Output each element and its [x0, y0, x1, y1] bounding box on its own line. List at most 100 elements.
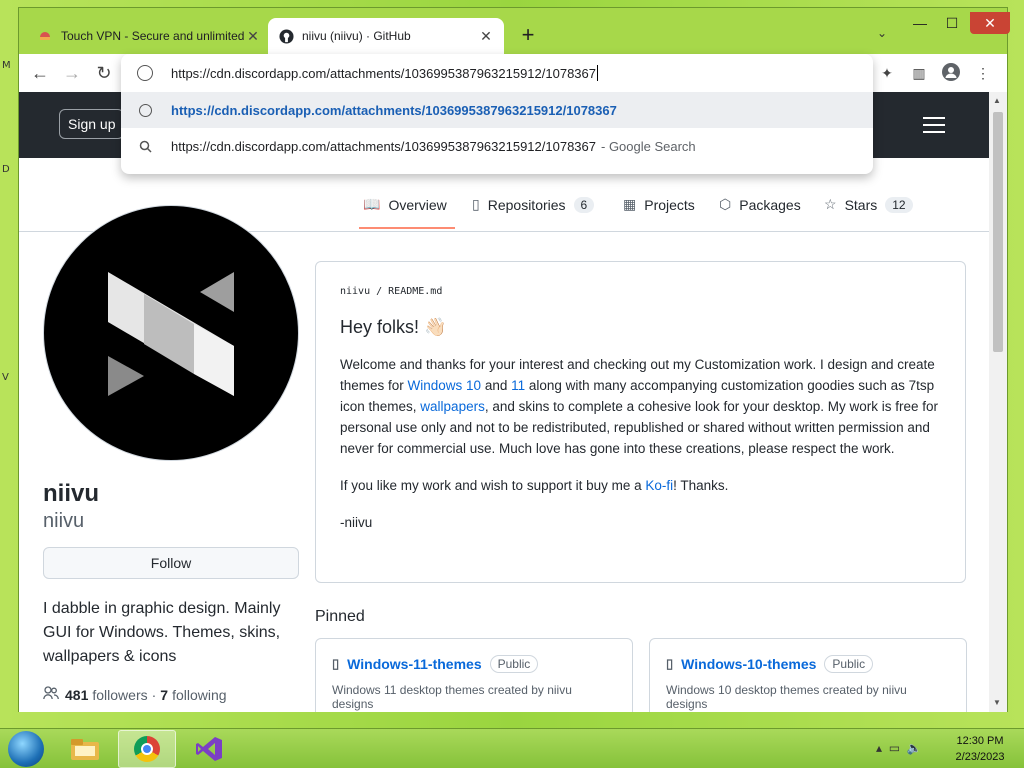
address-bar[interactable]: https://cdn.discordapp.com/attachments/1… — [121, 54, 873, 92]
globe-icon — [137, 102, 153, 118]
avatar[interactable] — [43, 205, 299, 461]
tab-search-icon[interactable]: ⌄ — [877, 26, 887, 40]
browser-window: Touch VPN - Secure and unlimited ✕ niivu… — [18, 7, 1010, 712]
tab-repositories[interactable]: ▯ Repositories 6 — [472, 196, 595, 213]
maximize-button[interactable]: ☐ — [939, 12, 965, 34]
visual-studio-taskbar-icon[interactable] — [180, 730, 238, 768]
window-close-button[interactable]: ✕ — [970, 12, 1010, 34]
profile-login: niivu — [43, 510, 85, 532]
tab-label: Packages — [739, 196, 801, 213]
tab-projects[interactable]: ▦ Projects — [623, 196, 695, 213]
text-cursor — [597, 65, 598, 81]
star-icon: ☆ — [824, 196, 837, 212]
sign-up-button[interactable]: Sign up — [59, 109, 125, 139]
touchvpn-icon — [37, 28, 53, 44]
stars-count-badge: 12 — [885, 196, 913, 213]
github-profile-page: Sign up 📖 Overview ▯ Repositories 6 ▦ Pr… — [19, 92, 989, 712]
profile-name: niivu — [43, 480, 100, 507]
tab-overview[interactable]: 📖 Overview — [359, 196, 455, 229]
pinned-repo-description: Windows 11 desktop themes created by nii… — [332, 683, 572, 711]
forward-icon[interactable]: → — [61, 62, 83, 84]
suggestion-text: https://cdn.discordapp.com/attachments/1… — [171, 102, 617, 118]
tab-label: Overview — [388, 196, 447, 213]
clock-date: 2/23/2023 — [955, 751, 1005, 763]
hamburger-menu-icon[interactable] — [923, 117, 945, 138]
pinned-repo-card: ▯ Windows-11-themes Public Windows 11 de… — [315, 638, 633, 712]
clock-time: 12:30 PM — [956, 735, 1004, 747]
desktop-icon-label[interactable]: M — [2, 60, 11, 71]
people-icon — [43, 686, 59, 703]
follow-button[interactable]: Follow — [43, 547, 299, 579]
following-label[interactable]: following — [172, 687, 226, 703]
suggestion-suffix: - Google Search — [601, 138, 696, 154]
tab-title: niivu (niivu) · GitHub — [302, 29, 411, 43]
following-count[interactable]: 7 — [160, 687, 168, 703]
tab-github[interactable]: niivu (niivu) · GitHub ✕ — [268, 18, 504, 54]
omnibox-suggestion-search[interactable]: https://cdn.discordapp.com/attachments/1… — [121, 128, 873, 164]
tab-label: Repositories — [487, 196, 566, 213]
reload-icon[interactable]: ↻ — [93, 62, 115, 84]
tab-stars[interactable]: ☆ Stars 12 — [824, 196, 913, 213]
windows-11-link[interactable]: 11 — [511, 378, 525, 393]
minimize-button[interactable]: — — [907, 12, 933, 34]
clock[interactable]: 12:30 PM 2/23/2023 — [950, 733, 1010, 765]
start-button[interactable] — [8, 731, 44, 767]
back-icon[interactable]: ← — [29, 62, 51, 84]
visibility-badge: Public — [489, 655, 539, 673]
extensions-icon[interactable]: ✦ — [877, 63, 897, 83]
repo-icon: ▯ — [332, 656, 340, 671]
scroll-up-icon[interactable]: ▲ — [993, 96, 1001, 105]
tab-title: Touch VPN - Secure and unlimited — [61, 29, 245, 43]
repo-icon: ▯ — [666, 656, 674, 671]
kofi-link[interactable]: Ko-fi — [645, 478, 673, 493]
pinned-repo-description: Windows 10 desktop themes created by nii… — [666, 683, 907, 711]
windows-10-link[interactable]: Windows 10 — [408, 378, 482, 393]
new-tab-button[interactable]: + — [516, 24, 540, 46]
page-scrollbar[interactable]: ▲ ▼ — [989, 92, 1007, 712]
book-icon: 📖 — [363, 196, 381, 212]
address-input-text[interactable]: https://cdn.discordapp.com/attachments/1… — [171, 66, 596, 81]
github-icon — [278, 28, 294, 44]
pinned-repo-link[interactable]: Windows-11-themes — [347, 656, 481, 672]
suggestion-text: https://cdn.discordapp.com/attachments/1… — [171, 138, 596, 154]
readme-paragraph: Welcome and thanks for your interest and… — [340, 357, 939, 456]
wallpapers-link[interactable]: wallpapers — [420, 399, 485, 414]
menu-kebab-icon[interactable]: ⋮ — [973, 63, 993, 83]
pinned-repo-card: ▯ Windows-10-themes Public Windows 10 de… — [649, 638, 967, 712]
close-icon[interactable]: ✕ — [245, 28, 261, 45]
omnibox-suggestion-url[interactable]: https://cdn.discordapp.com/attachments/1… — [121, 92, 873, 128]
tab-packages[interactable]: ⬡ Packages — [719, 196, 801, 213]
tab-label: Projects — [644, 196, 695, 213]
scrollbar-thumb[interactable] — [993, 112, 1003, 352]
scroll-down-icon[interactable]: ▼ — [993, 698, 1001, 707]
readme-paragraph: If you like my work and wish to support … — [340, 478, 729, 493]
desktop-icon-label[interactable]: V — [2, 372, 9, 383]
taskbar: ▴ ▭ 🔈 12:30 PM 2/23/2023 — [0, 728, 1024, 768]
followers-label[interactable]: followers — [92, 687, 147, 703]
repo-count-badge: 6 — [573, 196, 595, 213]
readme-path[interactable]: niivu / README.md — [340, 286, 941, 297]
desktop-icon-label[interactable]: D — [2, 164, 10, 175]
table-icon: ▦ — [623, 196, 637, 212]
visibility-badge: Public — [824, 655, 874, 673]
chrome-taskbar-icon[interactable] — [118, 730, 176, 768]
tab-touch-vpn[interactable]: Touch VPN - Secure and unlimited ✕ — [27, 18, 271, 54]
file-explorer-taskbar-icon[interactable] — [56, 730, 114, 768]
close-icon[interactable]: ✕ — [478, 28, 494, 45]
globe-icon — [137, 65, 153, 81]
pinned-repo-link[interactable]: Windows-10-themes — [681, 656, 816, 672]
search-icon — [137, 138, 153, 154]
profile-bio: I dabble in graphic design. Mainly GUI f… — [43, 600, 281, 665]
stats-separator: · — [151, 686, 157, 703]
repo-icon: ▯ — [472, 196, 480, 212]
browser-titlebar: Touch VPN - Secure and unlimited ✕ niivu… — [19, 8, 1010, 54]
system-tray[interactable]: ▴ ▭ 🔈 — [876, 741, 922, 755]
followers-count[interactable]: 481 — [65, 687, 88, 703]
pinned-heading: Pinned — [315, 608, 365, 625]
package-icon: ⬡ — [719, 196, 732, 212]
side-panel-icon[interactable]: ▥ — [909, 63, 929, 83]
profile-avatar-icon[interactable] — [941, 63, 961, 83]
omnibox-dropdown: https://cdn.discordapp.com/attachments/1… — [121, 54, 873, 174]
readme-card: niivu / README.md Hey folks! 👋🏻 Welcome … — [315, 261, 966, 583]
readme-heading: Hey folks! 👋🏻 — [340, 317, 447, 337]
